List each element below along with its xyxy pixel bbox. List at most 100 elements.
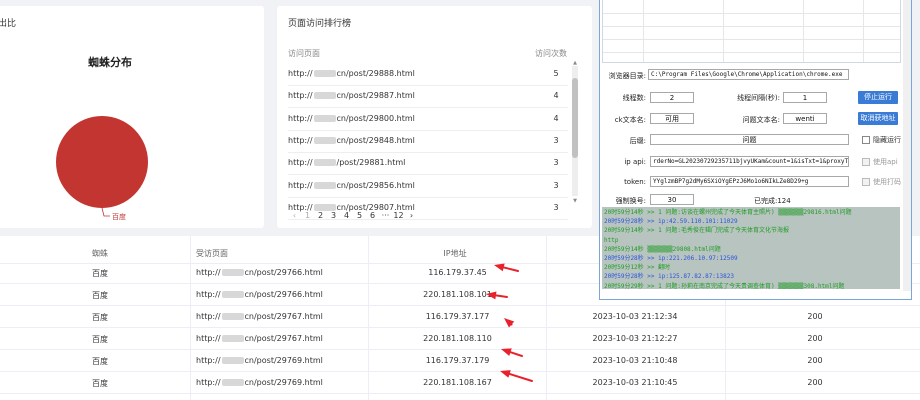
url-path: cn/post/29766.html (244, 268, 323, 277)
table-row[interactable]: 百度 http:// cn/post/29769.html 116.179.37.17… (0, 350, 920, 372)
url-path: cn/post/29769.html (244, 378, 323, 387)
cell-spider: 百度 (92, 313, 108, 322)
scroll-down-icon[interactable]: ▼ (572, 198, 578, 204)
switch-account-label: 强制换号: (615, 197, 646, 205)
threads-input[interactable]: 2 (650, 92, 694, 103)
interval-input[interactable]: 1 (783, 92, 827, 103)
pager-next-icon[interactable]: › (405, 211, 418, 220)
log-line: 20时59分28秒 >> ip:125.87.82.87:13823 (604, 273, 734, 280)
hidden-run-checkbox[interactable]: 隐藏运行 (862, 135, 901, 145)
cell-time: 2023-10-03 21:12:27 (592, 334, 678, 343)
log-text: 20时59分14秒 >> 1 问题:访谈在螺州完成了今天体育主照片) (604, 209, 775, 216)
rank-row[interactable]: http:// cn/post/29848.html 3 (288, 131, 568, 153)
use-captcha-checkbox[interactable]: 使用打码 (862, 177, 901, 187)
scroll-thumb[interactable] (572, 78, 578, 158)
header-ip: IP地址 (443, 249, 467, 258)
tool-scrollbar[interactable] (903, 0, 911, 291)
rank-url[interactable]: http:// cn/post/29800.html (288, 114, 415, 123)
log-text: 20时59分28秒 >> ip:221.206.10.97:12509 (604, 255, 738, 262)
cell-page[interactable]: http:// cn/post/29766.html (196, 290, 366, 299)
pager-page[interactable]: 1 (301, 211, 314, 220)
rank-row[interactable]: http:// cn/post/29888.html 5 (288, 64, 568, 86)
pager-page[interactable]: 3 (327, 211, 340, 220)
cell-page[interactable]: http:// cn/post/29769.html (196, 378, 366, 387)
screen: 出比 蜘蛛分布 百度 页面访问排行榜 访问页面 访问次数 http:// cn/p… (0, 0, 920, 400)
cancel-proxy-button[interactable]: 取消获地址 (858, 112, 898, 125)
spider-pie-chart: 百度 (56, 116, 148, 221)
rank-scrollbar[interactable]: ▲ ▼ (572, 60, 578, 204)
redacted-domain (313, 70, 336, 77)
grid-line (603, 13, 900, 14)
url-path: cn/post/29848.html (336, 135, 415, 145)
table-row[interactable]: 百度 http:// cn/post/29767.html 220.181.108.1… (0, 328, 920, 350)
cell-page[interactable]: http:// cn/post/29769.html (196, 356, 366, 365)
ip-api-input[interactable]: rderNo=GL20230729235711bjvyUKam&count=1&… (650, 156, 849, 167)
scroll-up-icon[interactable]: ▲ (572, 60, 578, 66)
rank-row[interactable]: http:// cn/post/29856.html 3 (288, 176, 568, 198)
cell-spider: 百度 (92, 379, 108, 388)
cell-time: 2023-10-03 21:10:45 (592, 378, 678, 387)
cell-page[interactable]: http:// cn/post/29766.html (196, 268, 366, 277)
cell-spider: 百度 (92, 269, 108, 278)
suffix-input[interactable]: 问题 (650, 134, 849, 145)
log-line: 20时59分28秒 >> ip:221.206.10.97:12509 (604, 255, 738, 262)
interval-label: 线程间隔(秒): (737, 94, 780, 102)
page-visit-rank-card: 页面访问排行榜 访问页面 访问次数 http:// cn/post/29888.h… (277, 6, 592, 228)
question-file-label: 问题文本名: (742, 116, 780, 124)
pager-page[interactable]: ··· (379, 211, 392, 220)
cell-ip: 116.179.37.45 (428, 268, 487, 277)
pager-page[interactable]: 2 (314, 211, 327, 220)
cell-status: 200 (807, 356, 823, 365)
rank-url[interactable]: http:// cn/post/29888.html (288, 69, 415, 78)
browser-dir-label: 浏览器目录: (608, 72, 646, 80)
rank-url[interactable]: http:// /post/29881.html (288, 158, 405, 167)
rank-url[interactable]: http:// cn/post/29848.html (288, 136, 415, 145)
rank-count: 3 (553, 135, 559, 145)
table-row[interactable]: 百度 http:// cn/post/29769.html 220.181.108.1… (0, 372, 920, 394)
grid-line (863, 0, 864, 62)
threads-label: 线程数: (622, 94, 646, 102)
cell-ip: 220.181.108.167 (423, 378, 492, 387)
rank-count: 3 (553, 202, 559, 212)
token-input[interactable]: YYglzmBP7g2dMy6SXiOYgEPzJ6Mo1o6NIkLZe8D2… (650, 176, 849, 187)
redacted-domain (313, 92, 336, 100)
log-line: 20时59分28秒 >> ip:42.59.110.101:11029 (604, 218, 738, 225)
question-file-input[interactable]: wenti (783, 113, 827, 124)
checkbox-icon[interactable] (862, 158, 870, 166)
ck-file-input[interactable]: 可用 (650, 113, 694, 124)
cell-page[interactable]: http:// cn/post/29767.html (196, 334, 366, 343)
url-path: cn/post/29767.html (244, 334, 323, 343)
grid-line (603, 52, 900, 53)
pager-page[interactable]: 6 (366, 211, 379, 220)
log-tail: 308.html问题 (803, 282, 845, 289)
cell-time: 2023-10-03 21:12:34 (592, 312, 678, 321)
redacted-domain (221, 335, 244, 342)
browser-dir-input[interactable]: C:\Program Files\Google\Chrome\Applicati… (648, 69, 849, 80)
rank-row[interactable]: http:// /post/29881.html 3 (288, 153, 568, 176)
pie-slice-label: 百度 (112, 212, 126, 221)
pie-slice[interactable] (56, 116, 148, 208)
rank-url[interactable]: http:// cn/post/29856.html (288, 181, 415, 190)
pager-prev-icon[interactable]: ‹ (288, 211, 301, 220)
pager-page[interactable]: 4 (340, 211, 353, 220)
redacted-domain (221, 357, 244, 364)
rank-row[interactable]: http:// cn/post/29887.html 4 (288, 86, 568, 109)
switch-account-input[interactable]: 30 (650, 194, 694, 205)
table-row[interactable]: 百度 http:// cn/post/29767.html 116.179.37.17… (0, 306, 920, 328)
cell-page[interactable]: http:// cn/post/29767.html (196, 312, 366, 321)
stop-run-button[interactable]: 停止运行 (858, 91, 898, 104)
checkbox-icon[interactable] (862, 178, 870, 186)
log-tail: 29808.html问题 (672, 245, 721, 253)
pager-page[interactable]: 5 (353, 211, 366, 220)
rank-url[interactable]: http:// cn/post/29887.html (288, 91, 415, 100)
cell-ip: 116.179.37.177 (425, 312, 490, 321)
url-prefix: http:// (288, 180, 313, 190)
pager-page[interactable]: 12 (392, 211, 405, 220)
use-api-checkbox[interactable]: 使用api (862, 157, 898, 167)
spider-distribution-card: 出比 蜘蛛分布 百度 (0, 6, 264, 228)
rank-row[interactable]: http:// cn/post/29800.html 4 (288, 109, 568, 131)
checkbox-icon[interactable] (862, 136, 870, 144)
redacted-domain (313, 136, 336, 144)
rank-header-count: 访问次数 (535, 49, 567, 58)
log-text: 20时59分28秒 >> ip:42.59.110.101:11029 (604, 218, 738, 226)
